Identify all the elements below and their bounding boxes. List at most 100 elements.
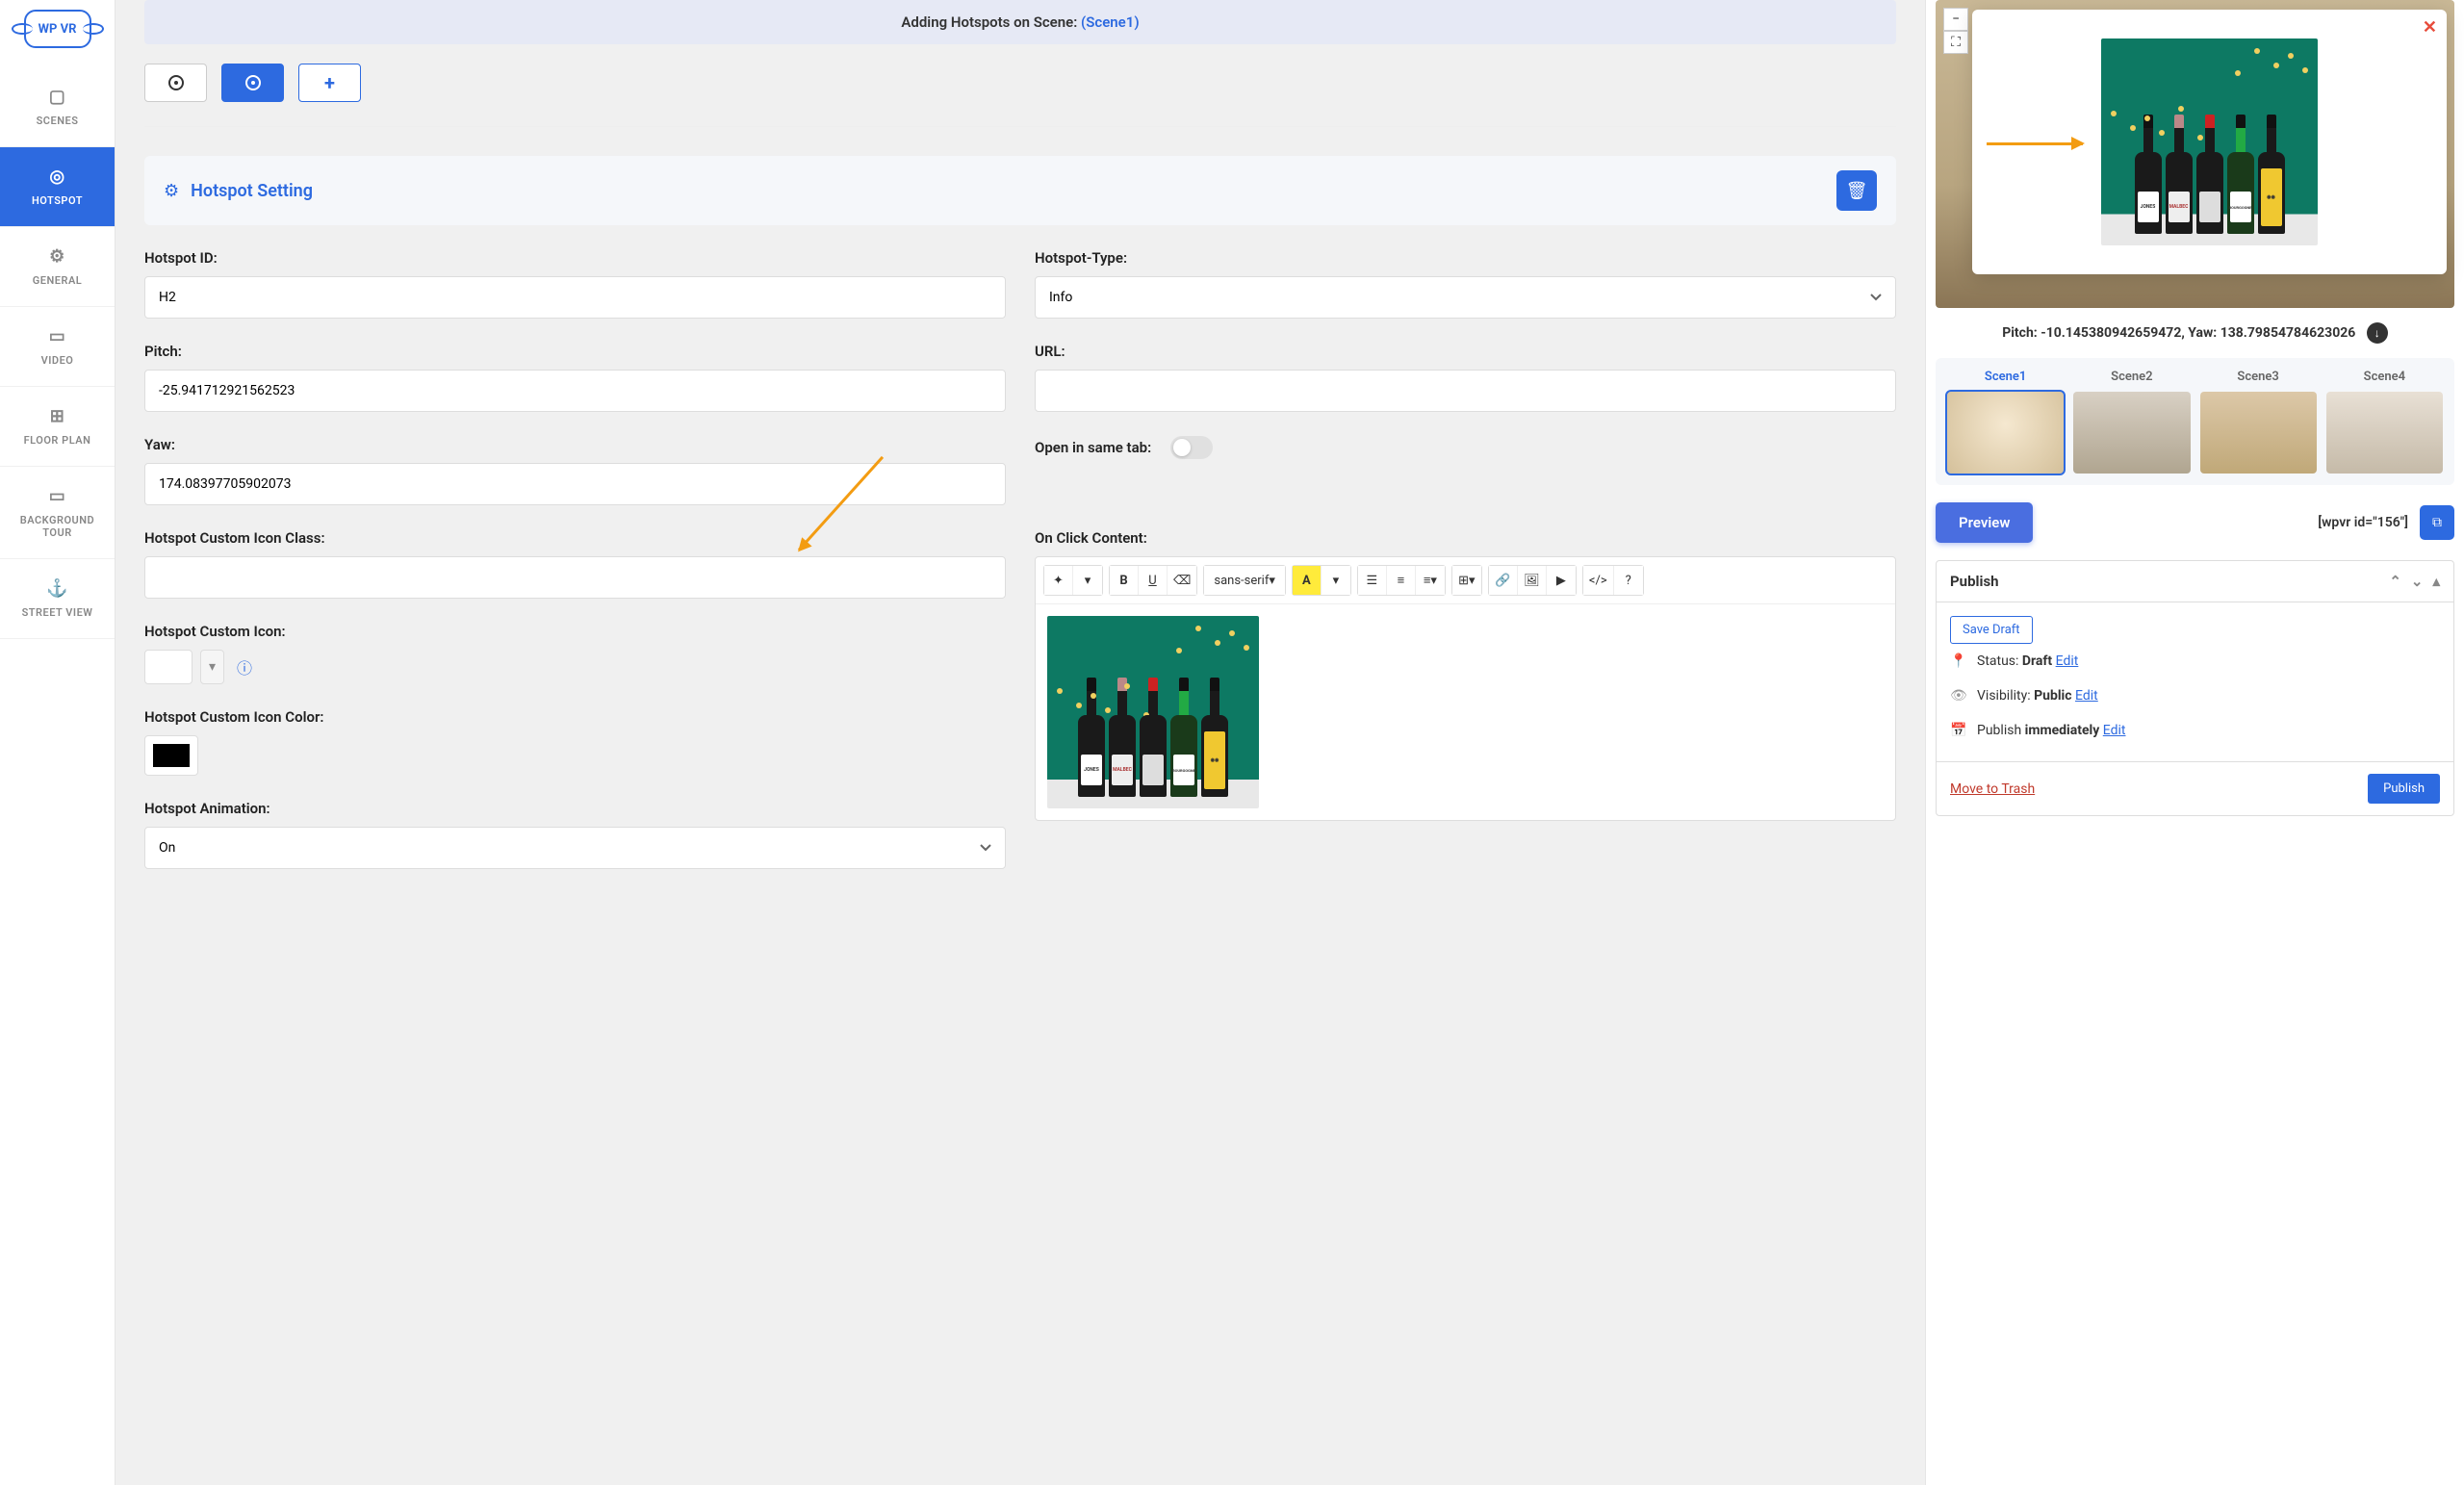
- schedule-value: immediately: [2025, 723, 2100, 738]
- delete-hotspot-button[interactable]: 🗑: [1836, 170, 1877, 211]
- collapse-down-icon[interactable]: ⌄: [2411, 573, 2424, 590]
- panorama-preview[interactable]: − ⛶ ✕ JONES MALBEC BOURGOGNE ◉◉: [1936, 0, 2454, 308]
- hotspot-tabs: +: [144, 64, 1896, 127]
- nav-floorplan[interactable]: ⊞ FLOOR PLAN: [0, 387, 115, 467]
- rte-ol-button[interactable]: ≡: [1387, 566, 1416, 595]
- bgtour-icon: ▭: [5, 486, 110, 506]
- rte-underline-button[interactable]: U: [1139, 566, 1168, 595]
- custom-icon-label: Hotspot Custom Icon:: [144, 623, 1006, 640]
- content-area: Adding Hotspots on Scene: (Scene1) + ⚙ H…: [116, 0, 1925, 1485]
- rte-magic-button[interactable]: ✦: [1044, 566, 1073, 595]
- color-picker[interactable]: [144, 735, 198, 776]
- thumbnail-image: [2073, 392, 2190, 474]
- publish-panel: Publish ⌃ ⌄ ▴ Save Draft 📍 Status: Draft…: [1936, 560, 2454, 816]
- save-draft-button[interactable]: Save Draft: [1950, 616, 2033, 644]
- nav-scenes[interactable]: ▢ SCENES: [0, 67, 115, 147]
- preview-button[interactable]: Preview: [1936, 502, 2033, 543]
- nav-label: GENERAL: [33, 274, 82, 287]
- scene-thumbnails: Scene1 Scene2 Scene3 Scene4: [1936, 358, 2454, 485]
- url-input[interactable]: [1035, 370, 1896, 412]
- hotspot-add-tab[interactable]: +: [298, 64, 361, 102]
- pitch-label: Pitch:: [144, 343, 1006, 360]
- download-icon[interactable]: ↓: [2367, 322, 2388, 344]
- sidebar: WP VR ▢ SCENES ◎ HOTSPOT ⚙ GENERAL ▭ VID…: [0, 0, 116, 1485]
- icon-preview: [144, 650, 192, 684]
- pin-icon: 📍: [1950, 653, 1967, 669]
- url-label: URL:: [1035, 343, 1896, 360]
- scene-link[interactable]: (Scene1): [1081, 13, 1140, 31]
- icon-class-input[interactable]: [144, 556, 1006, 599]
- rte-bold-button[interactable]: B: [1110, 566, 1139, 595]
- rte-font-select[interactable]: sans-serif ▾: [1204, 566, 1284, 595]
- preview-panel: − ⛶ ✕ JONES MALBEC BOURGOGNE ◉◉ Pitch: -…: [1925, 0, 2464, 1485]
- icon-class-label: Hotspot Custom Icon Class:: [144, 529, 1006, 547]
- rte-dropdown[interactable]: ▾: [1073, 566, 1102, 595]
- nav-bgtour[interactable]: ▭ BACKGROUND TOUR: [0, 467, 115, 559]
- section-header: ⚙ Hotspot Setting 🗑: [144, 156, 1896, 225]
- scene-thumb-2[interactable]: Scene2: [2073, 370, 2190, 474]
- rte-link-button[interactable]: 🔗: [1489, 566, 1518, 595]
- edit-status-link[interactable]: Edit: [2056, 653, 2079, 669]
- move-to-trash-link[interactable]: Move to Trash: [1950, 781, 2035, 797]
- nav-video[interactable]: ▭ VIDEO: [0, 307, 115, 387]
- rte-help-button[interactable]: ?: [1614, 566, 1643, 595]
- eye-icon: 👁: [1950, 688, 1967, 704]
- video-icon: ▭: [5, 326, 110, 346]
- edit-visibility-link[interactable]: Edit: [2075, 688, 2098, 704]
- hotspot-tab-2[interactable]: [221, 64, 284, 102]
- shortcode-text: [wpvr id="156"]: [2318, 515, 2408, 530]
- info-icon[interactable]: ⓘ: [237, 655, 252, 678]
- toggle-panel-icon[interactable]: ▴: [2432, 573, 2440, 590]
- scene-banner: Adding Hotspots on Scene: (Scene1): [144, 0, 1896, 44]
- same-tab-toggle[interactable]: [1170, 436, 1213, 459]
- nav-label: STREET VIEW: [22, 606, 93, 619]
- collapse-up-icon[interactable]: ⌃: [2389, 573, 2401, 590]
- yaw-input[interactable]: [144, 463, 1006, 505]
- status-label: Status:: [1977, 653, 2022, 669]
- section-title: Hotspot Setting: [191, 181, 1825, 201]
- nav-label: HOTSPOT: [32, 194, 83, 207]
- logo: WP VR: [24, 0, 91, 67]
- rte-toolbar: ✦ ▾ B U ⌫ sans-serif ▾ A ▾: [1036, 557, 1895, 604]
- rte-ul-button[interactable]: ☰: [1358, 566, 1387, 595]
- nav-general[interactable]: ⚙ GENERAL: [0, 227, 115, 307]
- rte-video-button[interactable]: ▶: [1547, 566, 1576, 595]
- status-value: Draft: [2022, 653, 2052, 669]
- rte-image-button[interactable]: 🖼: [1518, 566, 1547, 595]
- scene-thumb-3[interactable]: Scene3: [2200, 370, 2317, 474]
- zoom-out-button[interactable]: −: [1943, 8, 1968, 31]
- scene-thumb-1[interactable]: Scene1: [1947, 370, 2064, 474]
- close-icon[interactable]: ✕: [2423, 17, 2437, 38]
- animation-label: Hotspot Animation:: [144, 800, 1006, 817]
- hotspot-id-input[interactable]: [144, 276, 1006, 319]
- image-icon: ▢: [5, 87, 110, 107]
- scene-thumb-4[interactable]: Scene4: [2326, 370, 2443, 474]
- rte-code-button[interactable]: </>: [1583, 566, 1614, 595]
- animation-select[interactable]: On: [144, 827, 1006, 869]
- trash-icon: 🗑: [1846, 181, 1868, 201]
- same-tab-label: Open in same tab:: [1035, 439, 1151, 456]
- annotation-arrow: [1987, 142, 2083, 145]
- copy-shortcode-button[interactable]: ⧉: [2420, 505, 2454, 540]
- thumbnail-image: [1947, 392, 2064, 474]
- publish-button[interactable]: Publish: [2368, 774, 2440, 804]
- rte-highlight-button[interactable]: A: [1293, 566, 1322, 595]
- target-icon: [168, 75, 184, 90]
- rte-eraser-button[interactable]: ⌫: [1168, 566, 1196, 595]
- target-icon: [245, 75, 261, 90]
- hotspot-type-select[interactable]: Info: [1035, 276, 1896, 319]
- nav-hotspot[interactable]: ◎ HOTSPOT: [0, 147, 115, 227]
- rte-align-button[interactable]: ≡▾: [1416, 566, 1445, 595]
- edit-schedule-link[interactable]: Edit: [2103, 723, 2126, 738]
- scene-label: Scene4: [2326, 370, 2443, 384]
- pitch-input[interactable]: [144, 370, 1006, 412]
- icon-dropdown[interactable]: ▾: [200, 650, 224, 684]
- scene-label: Scene1: [1947, 370, 2064, 384]
- rte-content[interactable]: JONES MALBEC BOURGOGNE ◉◉: [1036, 604, 1895, 820]
- hotspot-tab-1[interactable]: [144, 64, 207, 102]
- fullscreen-button[interactable]: ⛶: [1943, 31, 1968, 54]
- target-icon: ◎: [5, 166, 110, 187]
- rte-highlight-dropdown[interactable]: ▾: [1322, 566, 1350, 595]
- rte-table-button[interactable]: ⊞▾: [1452, 566, 1481, 595]
- nav-streetview[interactable]: ⚓ STREET VIEW: [0, 559, 115, 639]
